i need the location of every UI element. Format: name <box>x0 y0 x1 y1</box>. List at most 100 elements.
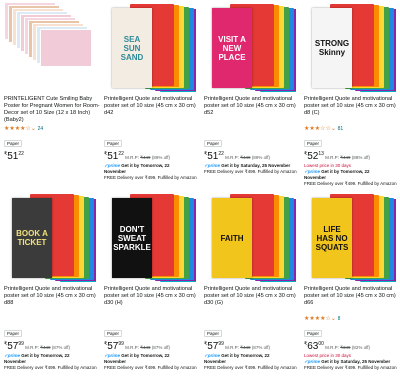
prime-icon: ✓prime <box>304 359 321 364</box>
product-card[interactable]: LIFE HAS NO SQUATS Printelligent Quote an… <box>304 192 400 371</box>
lowest-price-note: Lowest price in 30 days <box>304 163 352 168</box>
product-image[interactable]: LIFE HAS NO SQUATS <box>304 192 396 282</box>
format-badge[interactable]: Paper <box>4 330 23 337</box>
delivery-note: FREE Delivery over ₹499. Fulfilled by Am… <box>204 365 297 370</box>
price-whole: 51 <box>107 151 119 162</box>
product-card[interactable]: FAITH Printelligent Quote and motivationa… <box>204 192 300 371</box>
delivery-info: ✓prime Get it by Tomorrow, 22 November FRE… <box>204 353 300 371</box>
product-title[interactable]: Printelligent Quote and motivational pos… <box>4 286 100 314</box>
product-title[interactable]: Printelligent Quote and motivational pos… <box>304 96 400 124</box>
discount-percent: (89% off) <box>151 155 170 160</box>
mrp-label: M.R.P: <box>125 345 139 350</box>
product-image[interactable] <box>4 2 96 92</box>
mrp-price: ₹449 <box>240 155 251 160</box>
delivery-date: Get it by Tomorrow, 22 <box>21 353 70 358</box>
discount-percent: (87% off) <box>151 345 170 350</box>
delivery-date: Get it by Tomorrow, 22 <box>121 163 170 168</box>
poster-front: LIFE HAS NO SQUATS <box>312 198 352 278</box>
format-badge[interactable]: Paper <box>104 140 123 147</box>
mrp-price: ₹449 <box>240 345 251 350</box>
product-grid: PRINTELIGENT Cute Smiling Baby Poster fo… <box>0 0 400 380</box>
product-image[interactable]: VISIT A NEW PLACE <box>204 2 296 92</box>
product-card[interactable]: STRONG Skinny Printelligent Quote and mot… <box>304 2 400 187</box>
poster-front: STRONG Skinny <box>312 8 352 88</box>
price-fraction: 00 <box>318 341 324 347</box>
chevron-down-icon: ⌄ <box>330 126 336 132</box>
price-whole: 63 <box>307 341 319 352</box>
delivery-date-cont: November <box>104 169 127 174</box>
rating[interactable]: ★★★★☆⌄ 8 <box>304 315 400 322</box>
prime-icon: ✓prime <box>204 353 221 358</box>
delivery-date: Get it by Tomorrow, 22 <box>321 169 370 174</box>
mrp-price: ₹449 <box>140 155 151 160</box>
product-image[interactable]: FAITH <box>204 192 296 282</box>
product-image[interactable]: SEA SUN SAND <box>104 2 196 92</box>
product-card[interactable]: BOOK A TICKET Printelligent Quote and mot… <box>4 192 100 371</box>
format-badge[interactable]: Paper <box>4 140 23 147</box>
product-title[interactable]: Printelligent Quote and motivational pos… <box>204 96 300 124</box>
rating[interactable] <box>104 125 200 132</box>
product-image[interactable]: DON'T SWEAT SPARKLE <box>104 192 196 282</box>
discount-percent: (88% off) <box>351 155 370 160</box>
product-image[interactable]: STRONG Skinny <box>304 2 396 92</box>
product-title[interactable]: Printelligent Quote and motivational pos… <box>304 286 400 314</box>
format-badge[interactable]: Paper <box>204 140 223 147</box>
rating-count[interactable]: 24 <box>38 126 44 132</box>
discount-percent: (87% off) <box>251 345 270 350</box>
delivery-note: FREE Delivery over ₹499. Fulfilled by Am… <box>304 365 397 370</box>
rating[interactable] <box>204 315 300 322</box>
delivery-date: Get it by Tomorrow, 22 <box>121 353 170 358</box>
price-block: ₹5122 M.R.P: ₹449 (89% off) <box>204 151 300 162</box>
poster-front: VISIT A NEW PLACE <box>212 8 252 88</box>
discount-percent: (87% off) <box>51 345 70 350</box>
delivery-info <box>4 163 100 169</box>
product-title[interactable]: Printelligent Quote and motivational pos… <box>204 286 300 314</box>
price-whole: 51 <box>207 151 219 162</box>
chevron-down-icon: ⌄ <box>30 126 36 132</box>
product-card[interactable]: DON'T SWEAT SPARKLE Printelligent Quote a… <box>104 192 200 371</box>
rating-count[interactable]: 8 <box>338 316 341 322</box>
product-title[interactable]: Printelligent Quote and motivational pos… <box>104 286 200 314</box>
price-fraction: 99 <box>118 341 124 347</box>
price-block: ₹5799 M.R.P: ₹449 (87% off) <box>104 341 200 352</box>
rating[interactable] <box>204 125 300 132</box>
delivery-date: Get it by Saturday, 25 November <box>221 163 291 168</box>
product-title[interactable]: PRINTELIGENT Cute Smiling Baby Poster fo… <box>4 96 100 124</box>
rating[interactable] <box>4 315 100 322</box>
poster-text: FAITH <box>220 233 244 243</box>
discount-percent: (89% off) <box>251 155 270 160</box>
price-fraction: 22 <box>218 151 224 157</box>
delivery-date-cont: November <box>104 359 127 364</box>
mrp-label: M.R.P: <box>25 345 39 350</box>
price-fraction: 99 <box>218 341 224 347</box>
product-image[interactable]: BOOK A TICKET <box>4 192 96 282</box>
prime-icon: ✓prime <box>104 353 121 358</box>
prime-icon: ✓prime <box>204 163 221 168</box>
format-badge[interactable]: Paper <box>204 330 223 337</box>
poster-text: VISIT A NEW PLACE <box>218 34 246 62</box>
price-whole: 51 <box>7 151 19 162</box>
lowest-price-note: Lowest price in 30 days <box>304 353 352 358</box>
format-badge[interactable]: Paper <box>304 140 323 147</box>
product-title[interactable]: Printelligent Quote and motivational pos… <box>104 96 200 124</box>
delivery-note: FREE Delivery over ₹499. Fulfilled by Am… <box>4 365 97 370</box>
price-block: ₹5213 M.R.P: ₹449 (88% off) <box>304 151 400 162</box>
delivery-info: ✓prime Get it by Tomorrow, 22 November FRE… <box>304 169 400 187</box>
rating-count[interactable]: 81 <box>338 126 344 132</box>
delivery-note: FREE Delivery over ₹499. Fulfilled by Am… <box>204 169 297 174</box>
delivery-info: ✓prime Get it by Tomorrow, 22 November FRE… <box>104 353 200 371</box>
price-fraction: 22 <box>18 151 24 157</box>
mrp-label: M.R.P: <box>325 345 339 350</box>
product-card[interactable]: SEA SUN SAND Printelligent Quote and moti… <box>104 2 200 181</box>
rating[interactable]: ★★★★☆⌄ 24 <box>4 125 100 132</box>
product-card[interactable]: VISIT A NEW PLACE Printelligent Quote and… <box>204 2 300 175</box>
star-rating-icon: ★★★★☆ <box>304 316 331 322</box>
mrp-price: ₹449 <box>340 155 351 160</box>
rating[interactable] <box>104 315 200 322</box>
delivery-date-cont: November <box>204 359 227 364</box>
format-badge[interactable]: Paper <box>104 330 123 337</box>
rating[interactable]: ★★★☆☆⌄ 81 <box>304 125 400 132</box>
price-fraction: 99 <box>18 341 24 347</box>
format-badge[interactable]: Paper <box>304 330 323 337</box>
product-card[interactable]: PRINTELIGENT Cute Smiling Baby Poster fo… <box>4 2 100 169</box>
